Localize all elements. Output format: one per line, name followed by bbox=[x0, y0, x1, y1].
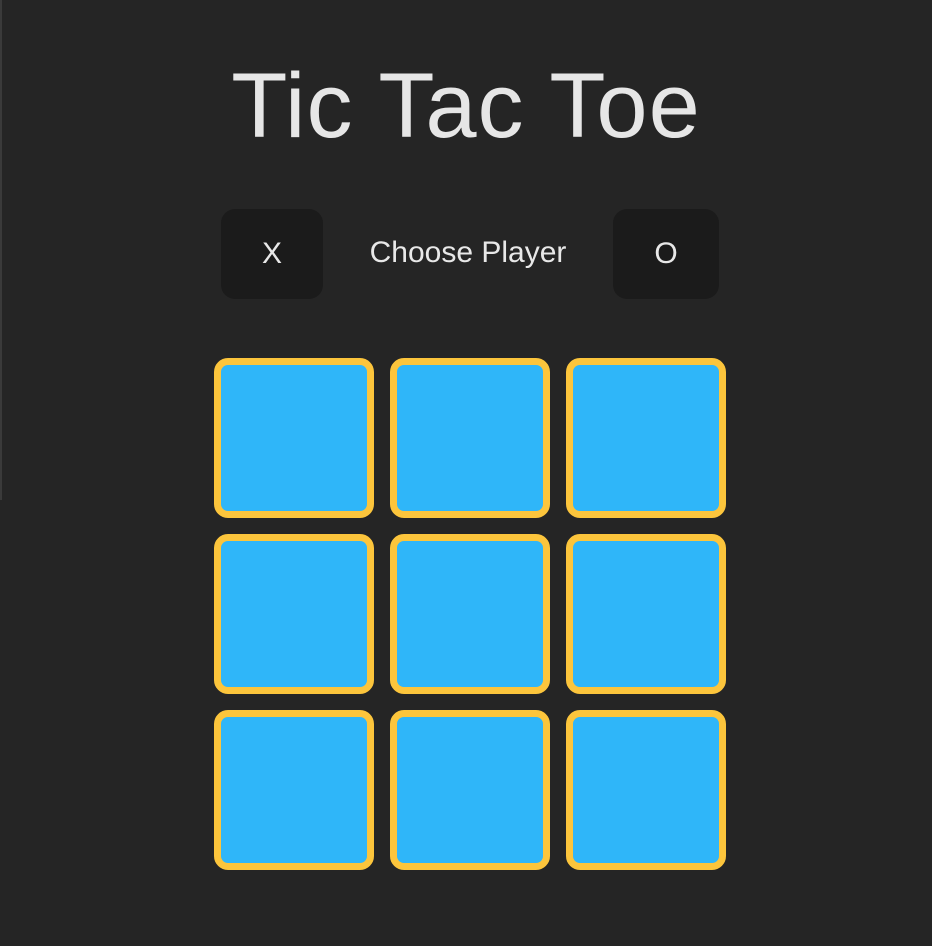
choose-player-label: Choose Player bbox=[369, 236, 567, 269]
board-cell-7[interactable] bbox=[214, 710, 374, 870]
board-cell-1[interactable] bbox=[214, 358, 374, 518]
board-cell-2[interactable] bbox=[390, 358, 550, 518]
board-cell-4[interactable] bbox=[214, 534, 374, 694]
board-cell-6[interactable] bbox=[566, 534, 726, 694]
choose-x-button[interactable]: X bbox=[221, 209, 323, 299]
board-cell-5[interactable] bbox=[390, 534, 550, 694]
board-cell-9[interactable] bbox=[566, 710, 726, 870]
board-cell-3[interactable] bbox=[566, 358, 726, 518]
page-title: Tic Tac Toe bbox=[231, 55, 701, 157]
board-cell-8[interactable] bbox=[390, 710, 550, 870]
game-board bbox=[214, 358, 726, 870]
choose-o-button[interactable]: O bbox=[613, 209, 719, 299]
